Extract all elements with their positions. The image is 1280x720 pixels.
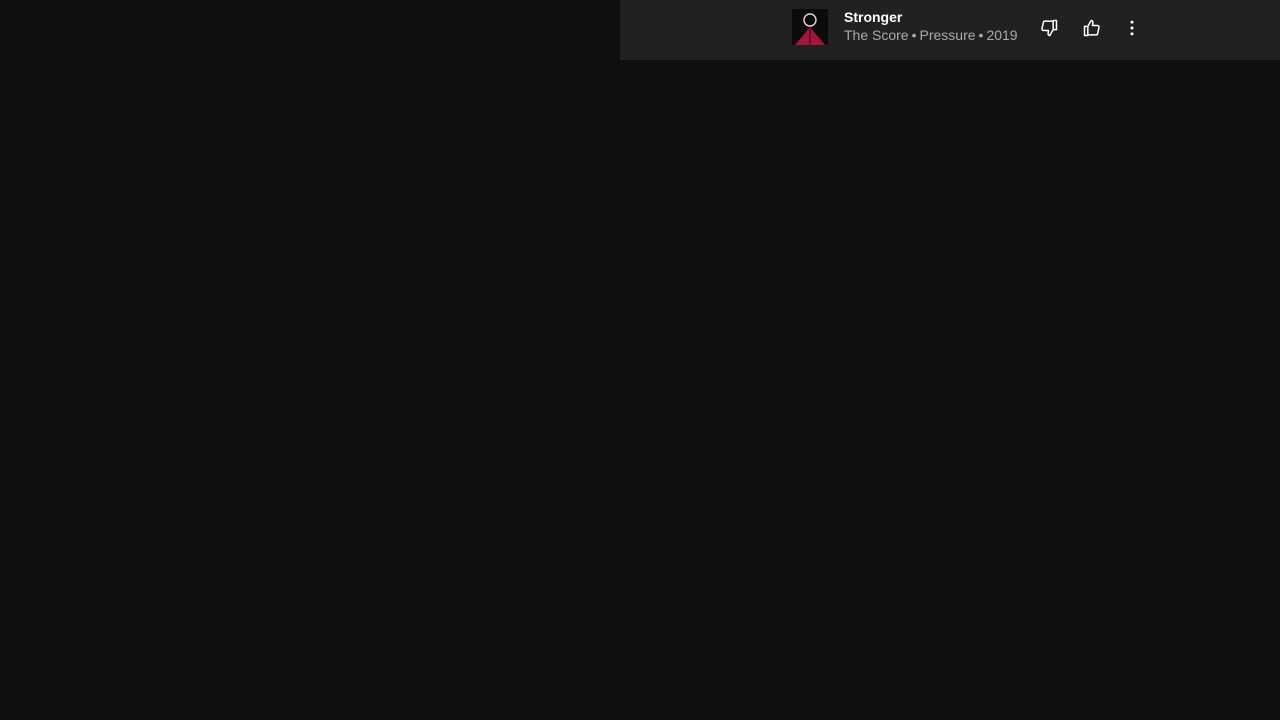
thumbs-up-icon [1083,19,1100,37]
track-subtitle: The Score • Pressure • 2019 [844,28,1018,42]
more-vert-icon [1130,20,1134,36]
artist-link[interactable]: The Score [844,27,909,43]
album-link[interactable]: Pressure [920,27,976,43]
release-year: 2019 [986,27,1018,43]
dislike-button[interactable] [1037,14,1061,42]
player-bar: Stronger The Score • Pressure • 2019 [620,0,1280,60]
like-button[interactable] [1080,14,1104,42]
separator: • [978,27,984,43]
album-art-image [792,9,828,45]
track-title[interactable]: Stronger [844,10,1018,24]
album-art-thumbnail[interactable] [792,9,828,45]
more-options-button[interactable] [1120,14,1144,42]
separator: • [911,27,917,43]
app-window: Stronger The Score • Pressure • 2019 [0,0,1280,720]
track-info: Stronger The Score • Pressure • 2019 [844,10,1018,42]
thumbs-down-icon [1041,19,1058,37]
